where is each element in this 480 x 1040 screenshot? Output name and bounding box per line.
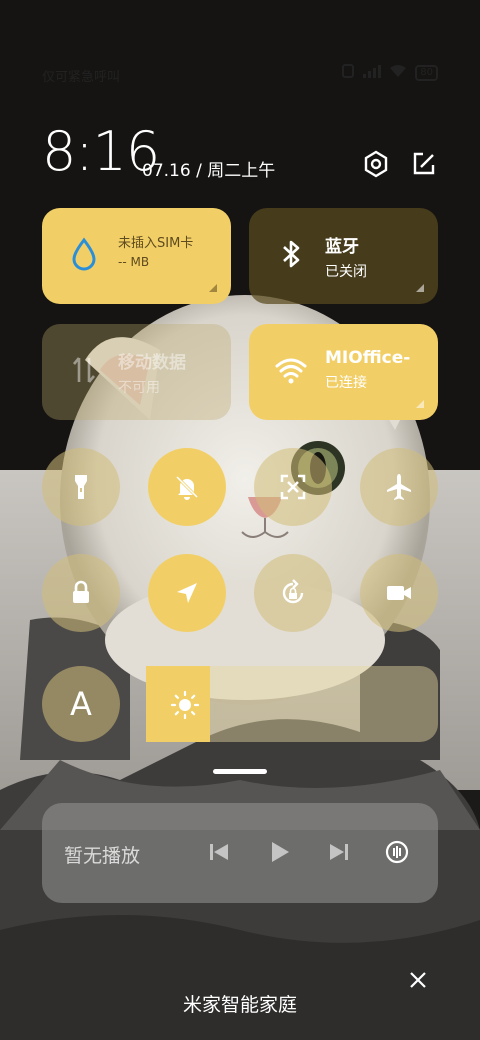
flashlight-icon — [75, 475, 87, 499]
close-icon[interactable] — [408, 970, 428, 990]
nfc-icon — [341, 64, 355, 82]
tile-wifi[interactable]: MIOffice- 已连接 — [249, 324, 438, 420]
airplane-icon — [387, 474, 411, 500]
settings-hex-icon[interactable] — [362, 150, 390, 178]
wifi-title: MIOffice- — [325, 348, 411, 368]
toggle-mute[interactable] — [148, 448, 226, 526]
next-track-icon[interactable] — [326, 839, 352, 865]
audio-output-icon[interactable] — [384, 839, 410, 865]
mobile-data-title: 移动数据 — [118, 353, 186, 373]
clock-date: 07.16 / 周二上午 — [142, 161, 276, 181]
carrier-label: 仅可紧急呼叫 — [42, 70, 121, 85]
tile-mobile-data[interactable]: 移动数据 不可用 — [42, 324, 231, 420]
status-bar: 仅可紧急呼叫 80 — [42, 64, 438, 86]
wifi-status: 已连接 — [325, 375, 367, 391]
smart-home-title[interactable]: 米家智能家庭 — [0, 990, 480, 1017]
play-icon[interactable] — [266, 839, 292, 865]
drag-handle[interactable] — [213, 769, 267, 774]
screenshot-icon — [280, 474, 306, 500]
media-status-label: 暂无播放 — [64, 845, 141, 867]
toggle-auto-brightness[interactable]: A — [42, 666, 120, 742]
tile-bluetooth[interactable]: 蓝牙 已关闭 — [249, 208, 438, 304]
mobile-data-icon — [73, 357, 95, 383]
edit-icon[interactable] — [410, 150, 438, 178]
sun-icon — [170, 690, 200, 720]
battery-icon: 80 — [415, 65, 438, 81]
bluetooth-icon — [283, 240, 300, 268]
signal-icon — [363, 64, 382, 82]
data-usage-title: 未插入SIM卡 — [118, 236, 194, 251]
brightness-slider[interactable] — [146, 666, 438, 742]
media-player: 暂无播放 — [42, 803, 438, 903]
previous-track-icon[interactable] — [206, 839, 232, 865]
data-usage-value: -- MB — [118, 255, 150, 269]
toggle-flashlight[interactable] — [42, 448, 120, 526]
expand-corner-icon — [209, 284, 217, 292]
toggle-rotation-lock[interactable] — [254, 554, 332, 632]
toggle-screen-record[interactable] — [360, 554, 438, 632]
expand-corner-icon — [416, 400, 424, 408]
bluetooth-title: 蓝牙 — [325, 237, 359, 257]
wifi-icon — [275, 358, 307, 384]
toggle-lock[interactable] — [42, 554, 120, 632]
bell-off-icon — [175, 475, 199, 500]
wifi-status-icon — [389, 64, 407, 82]
rotation-lock-icon — [282, 579, 304, 604]
lock-icon — [73, 580, 89, 603]
toggle-screenshot[interactable] — [254, 448, 332, 526]
water-drop-icon — [72, 237, 96, 271]
video-camera-icon — [387, 586, 411, 600]
bluetooth-status: 已关闭 — [325, 264, 367, 280]
tile-data-usage[interactable]: 未插入SIM卡 -- MB — [42, 208, 231, 304]
toggle-location[interactable] — [148, 554, 226, 632]
auto-brightness-label: A — [70, 685, 92, 723]
expand-corner-icon — [416, 284, 424, 292]
location-arrow-icon — [177, 583, 197, 603]
toggle-airplane[interactable] — [360, 448, 438, 526]
mobile-data-status: 不可用 — [118, 380, 160, 396]
